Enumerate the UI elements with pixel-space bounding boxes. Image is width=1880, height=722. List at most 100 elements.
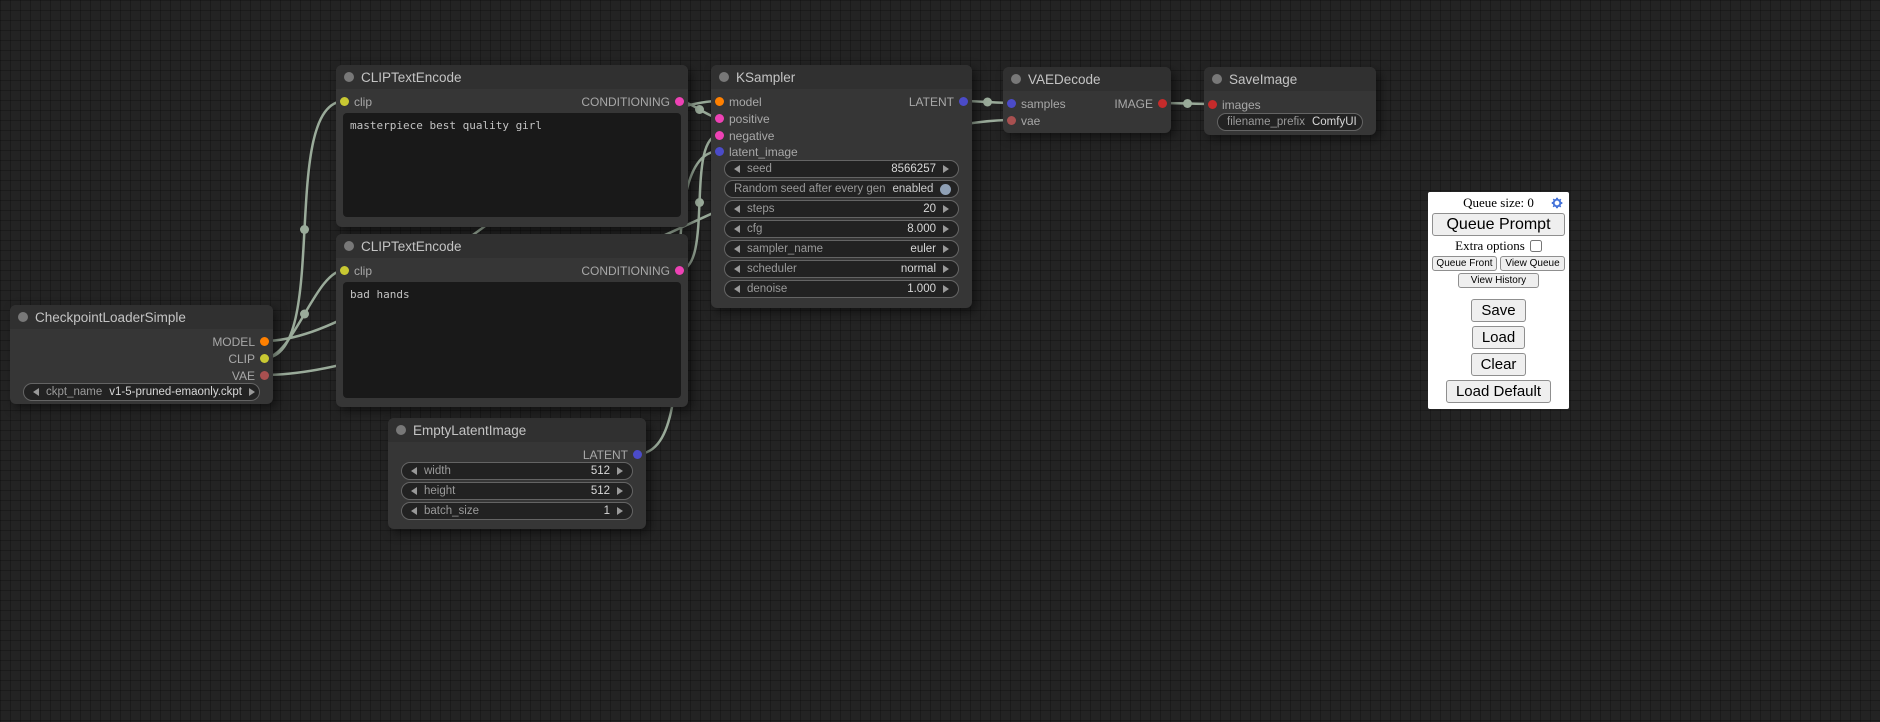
node-title: CheckpointLoaderSimple bbox=[35, 310, 186, 325]
link-midpoint-dot bbox=[300, 310, 309, 319]
save-button[interactable]: Save bbox=[1471, 299, 1525, 322]
node-title-bar[interactable]: KSampler bbox=[711, 65, 972, 89]
queue-front-button[interactable]: Queue Front bbox=[1432, 256, 1497, 271]
increment-arrow-icon[interactable] bbox=[943, 265, 949, 273]
increment-arrow-icon[interactable] bbox=[617, 487, 623, 495]
slot-label: CONDITIONING bbox=[581, 95, 670, 109]
clip-output-slot[interactable] bbox=[260, 354, 269, 363]
collapse-dot-icon[interactable] bbox=[1212, 74, 1222, 84]
node-checkpoint-loader[interactable]: CheckpointLoaderSimple MODEL CLIP VAE ck… bbox=[10, 305, 273, 404]
conditioning-output-slot[interactable] bbox=[675, 97, 684, 106]
negative-prompt-textarea[interactable]: bad hands bbox=[343, 282, 681, 398]
link-midpoint-dot bbox=[983, 98, 992, 107]
collapse-dot-icon[interactable] bbox=[719, 72, 729, 82]
slot-row: VAE bbox=[10, 367, 273, 384]
node-title-bar[interactable]: CLIPTextEncode bbox=[336, 234, 688, 258]
cfg-widget[interactable]: cfg 8.000 bbox=[724, 220, 959, 238]
latent-output-slot[interactable] bbox=[633, 450, 642, 459]
node-title-bar[interactable]: SaveImage bbox=[1204, 67, 1376, 91]
node-ksampler[interactable]: KSampler model LATENT positive negative … bbox=[711, 65, 972, 308]
increment-arrow-icon[interactable] bbox=[943, 225, 949, 233]
random-seed-toggle-widget[interactable]: Random seed after every gen enabled bbox=[724, 180, 959, 198]
widget-value: 1 bbox=[604, 505, 610, 517]
height-widget[interactable]: height 512 bbox=[401, 482, 633, 500]
widget-label: steps bbox=[747, 203, 775, 215]
scheduler-widget[interactable]: scheduler normal bbox=[724, 260, 959, 278]
latent-image-input-slot[interactable] bbox=[715, 147, 724, 156]
image-output-slot[interactable] bbox=[1158, 99, 1167, 108]
widget-value: 8566257 bbox=[891, 163, 936, 175]
conditioning-output-slot[interactable] bbox=[675, 266, 684, 275]
decrement-arrow-icon[interactable] bbox=[734, 225, 740, 233]
increment-arrow-icon[interactable] bbox=[943, 285, 949, 293]
width-widget[interactable]: width 512 bbox=[401, 462, 633, 480]
clear-button[interactable]: Clear bbox=[1471, 353, 1527, 376]
increment-arrow-icon[interactable] bbox=[943, 165, 949, 173]
load-button[interactable]: Load bbox=[1472, 326, 1525, 349]
increment-arrow-icon[interactable] bbox=[943, 205, 949, 213]
decrement-arrow-icon[interactable] bbox=[734, 265, 740, 273]
widget-label: denoise bbox=[747, 283, 787, 295]
view-queue-button[interactable]: View Queue bbox=[1500, 256, 1565, 271]
latent-output-slot[interactable] bbox=[959, 97, 968, 106]
toggle-knob-icon[interactable] bbox=[940, 184, 951, 195]
collapse-dot-icon[interactable] bbox=[344, 241, 354, 251]
widget-value: 20 bbox=[923, 203, 936, 215]
seed-widget[interactable]: seed 8566257 bbox=[724, 160, 959, 178]
widget-label: filename_prefix bbox=[1227, 116, 1305, 128]
queue-prompt-button[interactable]: Queue Prompt bbox=[1432, 213, 1565, 236]
filename-prefix-widget[interactable]: filename_prefix ComfyUI bbox=[1217, 113, 1363, 131]
ckpt-name-widget[interactable]: ckpt_name v1-5-pruned-emaonly.ckpt bbox=[23, 383, 260, 401]
steps-widget[interactable]: steps 20 bbox=[724, 200, 959, 218]
load-default-button[interactable]: Load Default bbox=[1446, 380, 1551, 403]
node-title-bar[interactable]: CheckpointLoaderSimple bbox=[10, 305, 273, 329]
model-output-slot[interactable] bbox=[260, 337, 269, 346]
node-save-image[interactable]: SaveImage images filename_prefix ComfyUI bbox=[1204, 67, 1376, 135]
decrement-arrow-icon[interactable] bbox=[411, 487, 417, 495]
decrement-arrow-icon[interactable] bbox=[33, 388, 39, 396]
node-title-bar[interactable]: VAEDecode bbox=[1003, 67, 1171, 91]
sampler-name-widget[interactable]: sampler_name euler bbox=[724, 240, 959, 258]
collapse-dot-icon[interactable] bbox=[396, 425, 406, 435]
positive-input-slot[interactable] bbox=[715, 114, 724, 123]
decrement-arrow-icon[interactable] bbox=[734, 245, 740, 253]
slot-row: CLIP bbox=[10, 350, 273, 367]
comfyui-canvas[interactable]: { "colors": { "MODEL": "#ff8000", "CLIP"… bbox=[0, 0, 1880, 722]
decrement-arrow-icon[interactable] bbox=[734, 205, 740, 213]
decrement-arrow-icon[interactable] bbox=[411, 507, 417, 515]
widget-value: v1-5-pruned-emaonly.ckpt bbox=[109, 386, 242, 398]
node-title-bar[interactable]: EmptyLatentImage bbox=[388, 418, 646, 442]
decrement-arrow-icon[interactable] bbox=[411, 467, 417, 475]
collapse-dot-icon[interactable] bbox=[18, 312, 28, 322]
increment-arrow-icon[interactable] bbox=[617, 507, 623, 515]
link-midpoint-dot bbox=[300, 225, 309, 234]
extra-options-checkbox[interactable] bbox=[1530, 240, 1542, 252]
node-clip-text-encode-positive[interactable]: CLIPTextEncode clip CONDITIONING masterp… bbox=[336, 65, 688, 227]
vae-input-slot[interactable] bbox=[1007, 116, 1016, 125]
denoise-widget[interactable]: denoise 1.000 bbox=[724, 280, 959, 298]
positive-prompt-textarea[interactable]: masterpiece best quality girl bbox=[343, 113, 681, 217]
widget-label: batch_size bbox=[424, 505, 479, 517]
increment-arrow-icon[interactable] bbox=[617, 467, 623, 475]
increment-arrow-icon[interactable] bbox=[943, 245, 949, 253]
node-vae-decode[interactable]: VAEDecode samples IMAGE vae bbox=[1003, 67, 1171, 133]
collapse-dot-icon[interactable] bbox=[1011, 74, 1021, 84]
decrement-arrow-icon[interactable] bbox=[734, 285, 740, 293]
increment-arrow-icon[interactable] bbox=[249, 388, 255, 396]
widget-value: normal bbox=[901, 263, 936, 275]
slot-row: images bbox=[1204, 96, 1376, 113]
link-midpoint-dot bbox=[695, 198, 704, 207]
negative-input-slot[interactable] bbox=[715, 131, 724, 140]
images-input-slot[interactable] bbox=[1208, 100, 1217, 109]
collapse-dot-icon[interactable] bbox=[344, 72, 354, 82]
node-clip-text-encode-negative[interactable]: CLIPTextEncode clip CONDITIONING bad han… bbox=[336, 234, 688, 407]
settings-gear-icon[interactable] bbox=[1550, 196, 1564, 210]
view-history-button[interactable]: View History bbox=[1458, 273, 1539, 288]
widget-label: width bbox=[424, 465, 451, 477]
decrement-arrow-icon[interactable] bbox=[734, 165, 740, 173]
vae-output-slot[interactable] bbox=[260, 371, 269, 380]
slot-label: VAE bbox=[232, 369, 255, 383]
node-title-bar[interactable]: CLIPTextEncode bbox=[336, 65, 688, 89]
node-empty-latent-image[interactable]: EmptyLatentImage LATENT width 512 height… bbox=[388, 418, 646, 529]
batch-size-widget[interactable]: batch_size 1 bbox=[401, 502, 633, 520]
